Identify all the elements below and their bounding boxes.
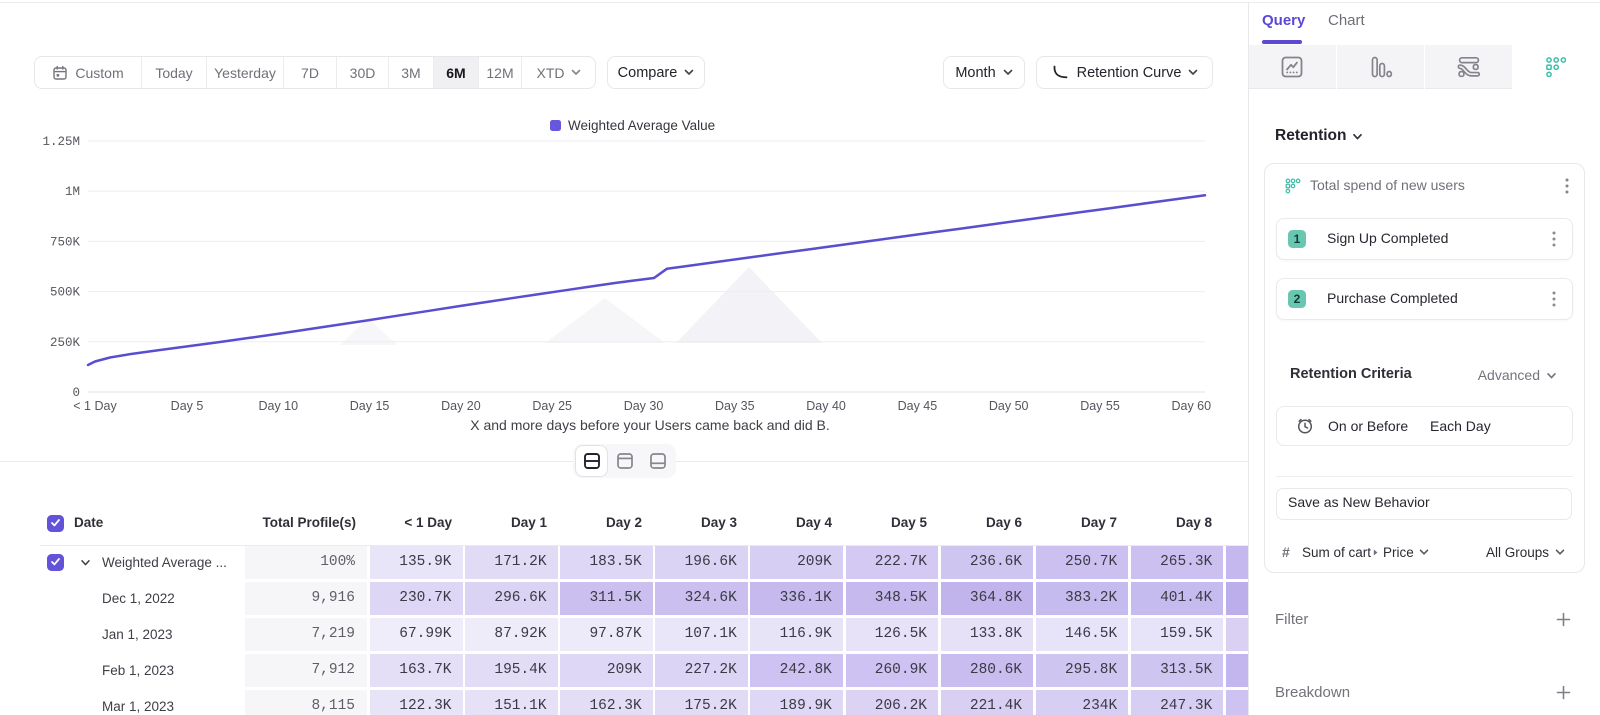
svg-text:0: 0 (72, 386, 80, 400)
svg-text:Day 15: Day 15 (350, 399, 390, 413)
svg-text:Day 30: Day 30 (624, 399, 664, 413)
svg-text:Day 55: Day 55 (1080, 399, 1120, 413)
svg-text:Day 60: Day 60 (1171, 399, 1211, 413)
svg-text:Day 5: Day 5 (171, 399, 204, 413)
svg-text:Day 40: Day 40 (806, 399, 846, 413)
svg-text:Day 10: Day 10 (258, 399, 298, 413)
svg-text:500K: 500K (50, 286, 81, 300)
svg-text:Day 25: Day 25 (532, 399, 572, 413)
svg-text:1.25M: 1.25M (42, 135, 80, 149)
svg-text:750K: 750K (50, 235, 81, 249)
svg-text:1M: 1M (65, 185, 80, 199)
svg-text:250K: 250K (50, 336, 81, 350)
svg-text:< 1 Day: < 1 Day (73, 399, 117, 413)
svg-text:Day 20: Day 20 (441, 399, 481, 413)
svg-text:Day 35: Day 35 (715, 399, 755, 413)
svg-text:Day 50: Day 50 (989, 399, 1029, 413)
svg-text:Day 45: Day 45 (898, 399, 938, 413)
